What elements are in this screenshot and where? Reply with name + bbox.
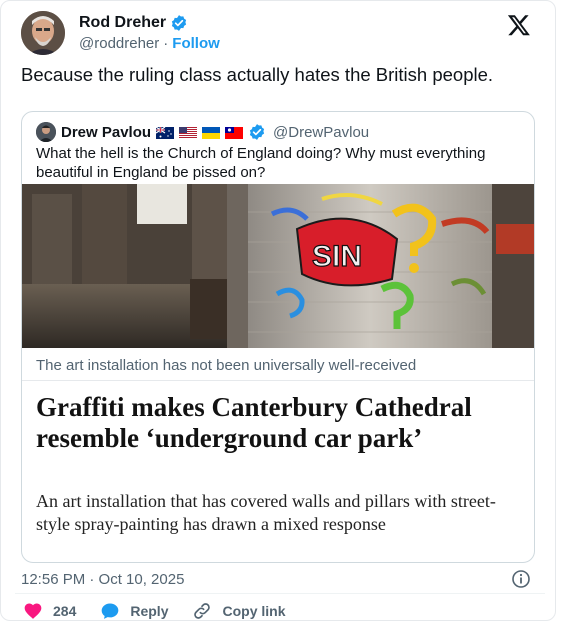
quoted-author-handle[interactable]: @DrewPavlou (273, 124, 369, 141)
info-icon[interactable] (511, 569, 531, 589)
copy-link-label: Copy link (222, 603, 286, 619)
tweet-timestamp[interactable]: 12:56 PM · Oct 10, 2025 (21, 571, 184, 588)
handle-separator: · (163, 35, 169, 52)
quoted-tweet[interactable]: Drew Pavlou @DrewPavlou What the hell is… (21, 111, 535, 563)
follow-button[interactable]: Follow (172, 35, 220, 52)
author-handle[interactable]: @roddreher (79, 35, 159, 52)
article-headline[interactable]: Graffiti makes Canterbury Cathedral rese… (36, 392, 526, 454)
quoted-tweet-text: What the hell is the Church of England d… (36, 145, 486, 181)
author-name[interactable]: Rod Dreher (79, 14, 166, 32)
tweet-card: Rod Dreher @roddreher · Follow Because t… (0, 0, 556, 621)
x-logo-icon[interactable] (507, 13, 531, 37)
link-icon (194, 603, 211, 619)
image-caption: The art installation has not been univer… (36, 357, 417, 374)
reply-bubble-icon (102, 603, 119, 619)
copy-link-button[interactable]: Copy link (192, 601, 286, 621)
cathedral-graffiti-photo[interactable]: SIN (22, 184, 534, 348)
tweet-actions: 284 Reply Copy link (23, 601, 310, 621)
heart-icon (24, 603, 42, 619)
like-button[interactable]: 284 (23, 601, 76, 621)
author-avatar[interactable] (21, 11, 65, 55)
quoted-author-avatar[interactable] (36, 122, 56, 142)
australia-flag-icon (155, 126, 175, 139)
reply-button[interactable]: Reply (100, 601, 168, 621)
taiwan-flag-icon (225, 126, 244, 139)
quoted-verified-badge-icon (248, 123, 266, 141)
ukraine-flag-icon (202, 126, 221, 139)
caption-divider (22, 380, 534, 381)
verified-badge-icon (170, 14, 188, 32)
tweet-header: Rod Dreher @roddreher · Follow (21, 11, 541, 55)
graffiti-sin-text: SIN (312, 240, 362, 273)
quoted-author-name[interactable]: Drew Pavlou (61, 124, 151, 141)
reply-label: Reply (130, 603, 169, 619)
actions-divider (15, 593, 545, 594)
usa-flag-icon (179, 126, 198, 139)
article-standfirst: An art installation that has covered wal… (36, 491, 496, 534)
like-count: 284 (53, 603, 77, 619)
tweet-text: Because the ruling class actually hates … (21, 64, 494, 85)
